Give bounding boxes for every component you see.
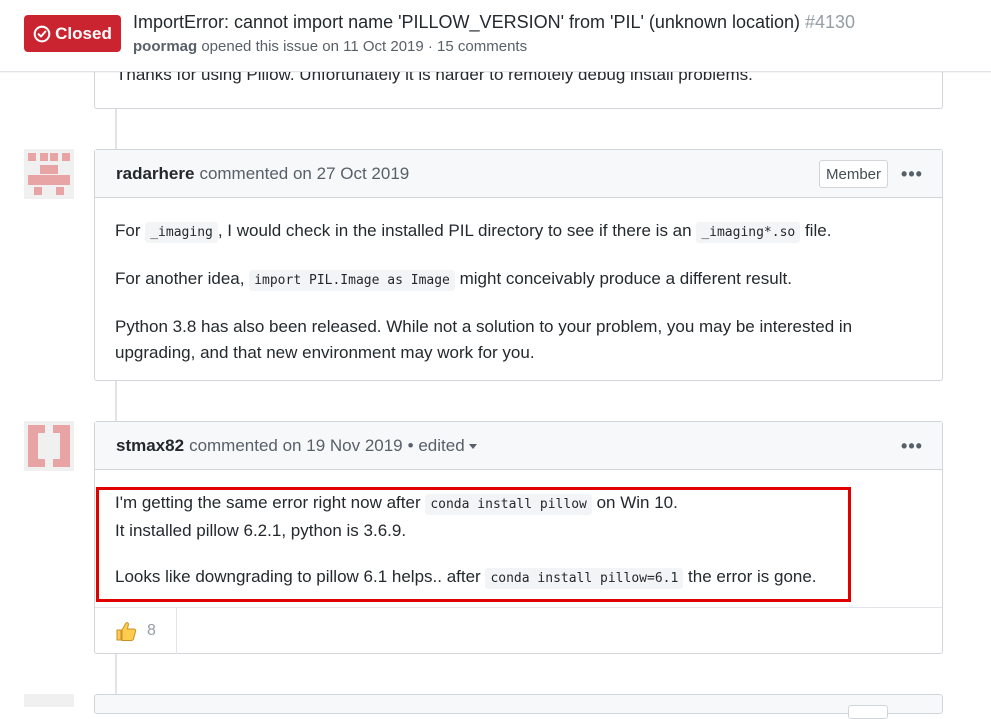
comment-header: stmax82 commented on 19 Nov 2019 • edite… [95,422,942,470]
text-span: upgrading, and that new environment may … [115,343,535,362]
issue-author-link[interactable]: poormag [133,38,197,55]
reaction-count: 8 [147,621,156,639]
issue-title: ImportError: cannot import name 'PILLOW_… [133,12,855,33]
reactions-bar: 8 [95,607,942,654]
text-span: For [115,221,146,240]
comment-header: radarhere commented on 27 Oct 2019 Membe… [95,150,942,198]
comment-options-icon[interactable]: ••• [900,434,924,458]
member-role-label [848,705,888,719]
next-comment [94,694,943,719]
comment-paragraph: Looks like downgrading to pillow 6.1 hel… [115,564,922,592]
avatar-next[interactable] [24,694,74,707]
comment-timestamp[interactable]: commented on 27 Oct 2019 [199,164,409,184]
inline-code: import PIL.Image as Image [249,270,455,291]
text-span: might conceivably produce a different re… [454,269,792,288]
timeline-line [115,109,117,149]
comment-author-link[interactable]: stmax82 [116,436,184,456]
member-role-label: Member [818,160,888,188]
inline-code: conda install pillow [425,494,592,515]
comment-options-icon[interactable]: ••• [900,162,924,186]
comment-author-link[interactable]: radarhere [116,164,194,184]
edited-dropdown[interactable]: • edited [408,436,477,456]
text-span: For another idea, [115,269,250,288]
timeline-line [115,654,117,694]
comment-paragraph: Python 3.8 has also been released. While… [115,314,922,366]
text-span: on Win 10. [591,493,678,512]
inline-code: _imaging*.so [696,222,801,243]
text-span: Python 3.8 has also been released. While… [115,317,853,336]
issue-closed-icon [33,25,51,42]
identicon-radarhere [24,149,74,199]
text-span: Looks like downgrading to pillow 6.1 hel… [115,567,486,586]
comment-radarhere: radarhere commented on 27 Oct 2019 Membe… [94,149,943,381]
edited-label: • edited [407,435,465,455]
avatar-stmax82[interactable] [24,421,74,471]
issue-meta-text: opened this issue on 11 Oct 2019 · 15 co… [201,38,528,55]
text-span: I'm getting the same error right now aft… [115,493,426,512]
state-label: Closed [55,23,112,43]
comment-body: For _imaging, I would check in the insta… [95,218,942,366]
identicon-stmax82 [24,421,74,471]
issue-header: Closed ImportError: cannot import name '… [0,0,991,72]
text-span: , I would check in the installed PIL dir… [217,221,697,240]
comment-body: I'm getting the same error right now aft… [95,490,942,592]
comment-paragraph: I'm getting the same error right now aft… [115,490,922,544]
comment-timestamp[interactable]: commented on 19 Nov 2019 [189,436,403,456]
closed-state-badge: Closed [24,15,121,52]
text-span: file. [800,221,832,240]
comment-stmax82: stmax82 commented on 19 Nov 2019 • edite… [94,421,943,654]
caret-down-icon [468,443,477,449]
thumbs-up-icon [116,621,137,641]
text-span: the error is gone. [683,567,817,586]
issue-title-text: ImportError: cannot import name 'PILLOW_… [133,12,800,32]
inline-code: _imaging [145,222,218,243]
avatar-radarhere[interactable] [24,149,74,199]
thumbs-up-reaction-button[interactable]: 8 [95,607,177,654]
issue-number: #4130 [805,12,856,32]
comment-paragraph: For another idea, import PIL.Image as Im… [115,266,922,294]
inline-code: conda install pillow=6.1 [485,568,684,589]
issue-meta: poormag opened this issue on 11 Oct 2019… [133,38,527,55]
timeline-line [115,381,117,421]
text-span: It installed pillow 6.2.1, python is 3.6… [115,521,407,540]
comment-paragraph: For _imaging, I would check in the insta… [115,218,922,246]
